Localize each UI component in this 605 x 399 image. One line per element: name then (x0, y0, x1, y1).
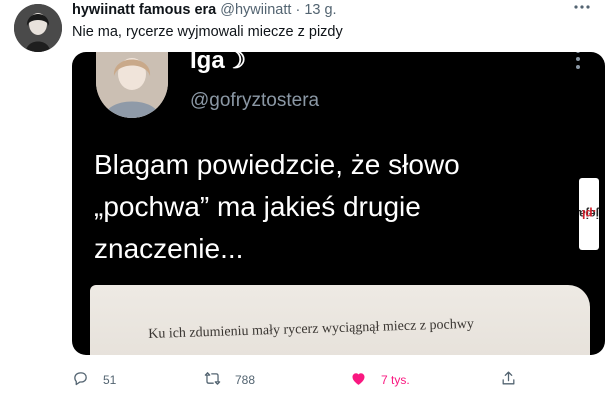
author-name[interactable]: hywiinatt famous era (72, 2, 216, 18)
separator-dot: · (295, 2, 301, 18)
reply-icon (72, 370, 89, 390)
embedded-handle: @gofryztostera (190, 90, 320, 111)
watermark: jeja .pl (579, 178, 599, 250)
retweet-icon (204, 370, 221, 390)
reply-button[interactable]: 51 (72, 370, 116, 390)
tweet-actions: 51 788 7 tys. (72, 370, 605, 392)
reply-count: 51 (103, 373, 117, 387)
embedded-name: Iga☽ (190, 52, 247, 74)
heart-icon (350, 370, 367, 390)
avatar[interactable] (14, 4, 62, 52)
book-text: Ku ich zdumieniu mały rycerz wyciągnął m… (148, 316, 475, 342)
book-page: Ku ich zdumieniu mały rycerz wyciągnął m… (90, 285, 590, 355)
avatar-image (14, 4, 62, 52)
author-handle[interactable]: @hywiinatt (220, 2, 291, 18)
watermark-tld: .pl (582, 207, 596, 221)
tweet-header: hywiinatt famous era @hywiinatt · 13 g. (72, 2, 337, 18)
embedded-avatar (96, 52, 168, 118)
more-icon[interactable] (573, 0, 591, 21)
embedded-more-icon (575, 52, 581, 70)
tweet-media[interactable]: Iga☽ @gofryztostera Blagam powiedzcie, ż… (72, 52, 605, 355)
embedded-text: Blagam powiedzcie, że słowo „pochwa” ma … (94, 149, 460, 264)
share-icon (500, 370, 517, 390)
share-button[interactable] (500, 370, 517, 390)
like-button[interactable]: 7 tys. (350, 370, 410, 390)
retweet-count: 788 (235, 373, 256, 387)
tweet-time[interactable]: 13 g. (304, 2, 336, 18)
tweet[interactable]: hywiinatt famous era @hywiinatt · 13 g. … (0, 0, 605, 399)
retweet-button[interactable]: 788 (204, 370, 255, 390)
tweet-text: Nie ma, rycerze wyjmowali miecze z pizdy (72, 24, 343, 40)
like-count: 7 tys. (381, 373, 410, 387)
